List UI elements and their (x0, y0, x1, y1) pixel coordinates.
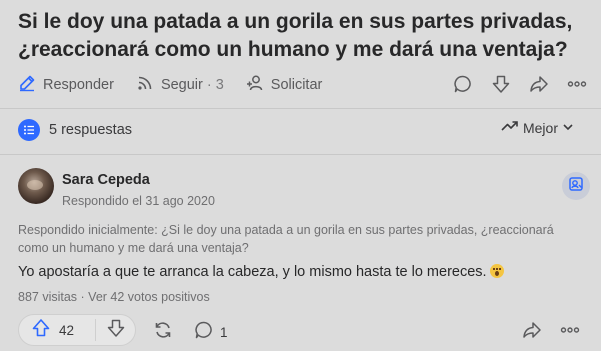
list-icon (18, 119, 40, 141)
answer-date[interactable]: Respondido el 31 ago 2020 (62, 194, 215, 208)
answer-label: Responder (43, 77, 114, 93)
share-icon[interactable] (522, 320, 542, 345)
downvote-icon[interactable] (491, 74, 511, 99)
chevron-down-icon (558, 120, 578, 136)
upvote-button[interactable]: 42 (19, 315, 95, 345)
reshare-icon[interactable] (153, 320, 173, 345)
follow-button[interactable]: Seguir · 3 (136, 74, 224, 96)
rss-icon (136, 74, 161, 96)
comment-icon (194, 320, 214, 345)
follow-count: · 3 (206, 77, 224, 93)
person-add-icon (246, 74, 271, 96)
divider (0, 108, 601, 109)
downvote-button[interactable] (96, 315, 135, 345)
edit-icon (18, 74, 43, 96)
answer-actions-right (522, 320, 580, 345)
answer-stats[interactable]: 887 visitas · Ver 42 votos positivos (18, 290, 210, 304)
vote-pill: 42 (18, 314, 136, 346)
answers-bar: 5 respuestas Mejor (18, 116, 588, 144)
suggest-edit-icon (568, 176, 584, 197)
answer-text: Yo apostaría a que te arranca la cabeza,… (18, 264, 487, 280)
comment-icon[interactable] (453, 74, 473, 99)
answer-header: Sara Cepeda Respondido el 31 ago 2020 (18, 168, 590, 208)
answers-count[interactable]: 5 respuestas (49, 122, 132, 138)
request-button[interactable]: Solicitar (246, 74, 323, 96)
comment-button[interactable]: 1 (194, 320, 228, 345)
answer-actions: 42 1 (18, 314, 590, 346)
divider (0, 154, 601, 155)
question-actions-right (453, 74, 587, 99)
more-icon[interactable] (567, 74, 587, 99)
suggest-edit-button[interactable] (562, 172, 590, 200)
follow-label: Seguir (160, 77, 203, 93)
upvote-count: 42 (59, 322, 75, 338)
author-name[interactable]: Sara Cepeda (62, 172, 150, 188)
more-icon[interactable] (560, 320, 580, 345)
comment-count: 1 (220, 325, 228, 340)
sort-dropdown[interactable]: Mejor (497, 119, 578, 136)
request-label: Solicitar (270, 77, 323, 93)
sort-label: Mejor (522, 119, 558, 136)
emoji-icon (489, 264, 504, 278)
original-question[interactable]: Respondido inicialmente: ¿Si le doy una … (18, 221, 583, 257)
share-icon[interactable] (529, 74, 549, 99)
avatar[interactable] (18, 168, 54, 204)
question-title[interactable]: Si le doy una patada a un gorila en sus … (18, 8, 593, 64)
answer-button[interactable]: Responder (18, 74, 114, 96)
upvote-icon (31, 318, 51, 343)
trend-icon (497, 119, 523, 136)
downvote-icon (106, 318, 126, 343)
answer-body: Yo apostaría a que te arranca la cabeza,… (18, 262, 588, 282)
